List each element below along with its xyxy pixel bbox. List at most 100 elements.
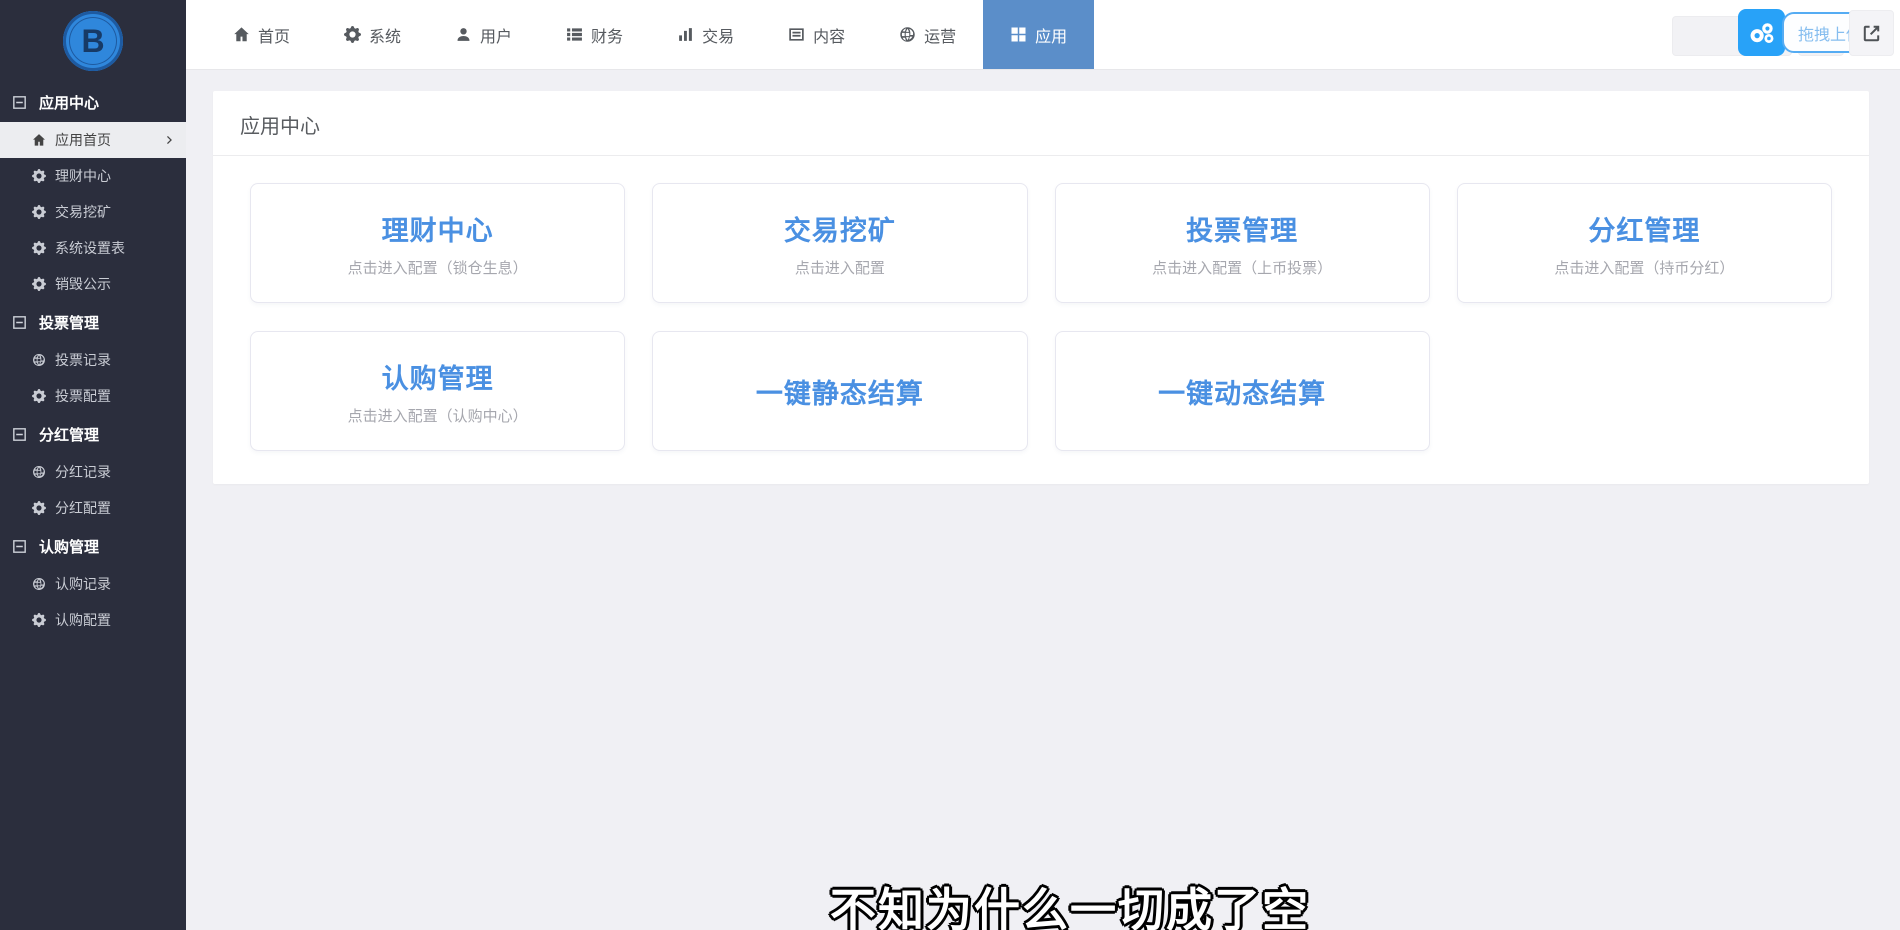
sidebar-item-system-settings[interactable]: 系统设置表 xyxy=(0,230,186,266)
list-icon xyxy=(566,26,583,43)
app-center-panel: 应用中心 理财中心 点击进入配置（锁仓生息） 交易挖矿 点击进入配置 投票管理 … xyxy=(213,91,1869,484)
sidebar-item-label: 交易挖矿 xyxy=(55,202,111,222)
gear-icon xyxy=(32,389,46,403)
sidebar-item-label: 系统设置表 xyxy=(55,238,125,258)
sidebar-item-label: 应用首页 xyxy=(55,130,111,150)
gear-icon xyxy=(32,169,46,183)
card-subtitle: 点击进入配置（持币分红） xyxy=(1554,257,1734,278)
tab-operations[interactable]: 运营 xyxy=(872,0,983,69)
card-vote-management[interactable]: 投票管理 点击进入配置（上币投票） xyxy=(1055,183,1430,303)
app-cards-grid: 理财中心 点击进入配置（锁仓生息） 交易挖矿 点击进入配置 投票管理 点击进入配… xyxy=(213,156,1869,484)
globe-icon xyxy=(32,577,46,591)
panel-title: 应用中心 xyxy=(213,91,1869,156)
sidebar-item-label: 投票配置 xyxy=(55,386,111,406)
tab-label: 交易 xyxy=(702,23,734,47)
sidebar: B 应用中心 应用首页 理财中心 交易挖矿 系统设 xyxy=(0,0,186,930)
chevron-right-icon xyxy=(164,134,176,146)
sidebar-nav: 应用中心 应用首页 理财中心 交易挖矿 系统设置表 销毁公示 xyxy=(0,82,186,638)
cloud-drive-icon[interactable] xyxy=(1738,9,1785,56)
card-title: 一键静态结算 xyxy=(756,372,924,411)
minus-square-icon xyxy=(12,315,27,330)
sidebar-item-app-home[interactable]: 应用首页 xyxy=(0,122,186,158)
bar-chart-icon xyxy=(677,26,694,43)
gear-icon xyxy=(344,26,361,43)
sidebar-group-label: 分红管理 xyxy=(39,424,99,445)
tab-label: 首页 xyxy=(258,23,290,47)
sidebar-item-label: 销毁公示 xyxy=(55,274,111,294)
tab-home[interactable]: 首页 xyxy=(206,0,317,69)
sidebar-group-dividend[interactable]: 分红管理 xyxy=(0,414,186,454)
content-area: 应用中心 理财中心 点击进入配置（锁仓生息） 交易挖矿 点击进入配置 投票管理 … xyxy=(186,70,1900,930)
sidebar-item-label: 投票记录 xyxy=(55,350,111,370)
tab-label: 运营 xyxy=(924,23,956,47)
minus-square-icon xyxy=(12,539,27,554)
sidebar-group-subscription[interactable]: 认购管理 xyxy=(0,526,186,566)
sidebar-item-subscription-records[interactable]: 认购记录 xyxy=(0,566,186,602)
sidebar-group-label: 认购管理 xyxy=(39,536,99,557)
tab-label: 内容 xyxy=(813,23,845,47)
gear-icon xyxy=(32,241,46,255)
gear-icon xyxy=(32,277,46,291)
tab-label: 应用 xyxy=(1035,23,1067,47)
top-bar: 首页 系统 用户 财务 交易 xyxy=(186,0,1900,70)
tab-users[interactable]: 用户 xyxy=(428,0,539,69)
sidebar-item-trade-mining[interactable]: 交易挖矿 xyxy=(0,194,186,230)
admin-app: B 应用中心 应用首页 理财中心 交易挖矿 系统设 xyxy=(0,0,1900,930)
globe-icon xyxy=(899,26,916,43)
video-subtitle-text: 不知为什么一切成了空 xyxy=(830,874,1310,930)
sidebar-item-label: 认购记录 xyxy=(55,574,111,594)
card-title: 交易挖矿 xyxy=(784,209,896,248)
user-icon xyxy=(455,26,472,43)
sidebar-item-label: 分红配置 xyxy=(55,498,111,518)
card-subscription-management[interactable]: 认购管理 点击进入配置（认购中心） xyxy=(250,331,625,451)
pan-circles-icon xyxy=(1747,18,1777,48)
card-finance-center[interactable]: 理财中心 点击进入配置（锁仓生息） xyxy=(250,183,625,303)
gear-icon xyxy=(32,613,46,627)
card-title: 一键动态结算 xyxy=(1158,372,1326,411)
tab-apps[interactable]: 应用 xyxy=(983,0,1094,69)
logout-button[interactable] xyxy=(1849,10,1894,56)
card-title: 分红管理 xyxy=(1588,209,1700,248)
sidebar-group-app-center[interactable]: 应用中心 xyxy=(0,82,186,122)
card-one-key-dynamic-settlement[interactable]: 一键动态结算 xyxy=(1055,331,1430,451)
sidebar-group-vote[interactable]: 投票管理 xyxy=(0,302,186,342)
tab-label: 用户 xyxy=(480,23,512,47)
gear-icon xyxy=(32,205,46,219)
card-title: 理财中心 xyxy=(382,209,494,248)
sidebar-item-dividend-records[interactable]: 分红记录 xyxy=(0,454,186,490)
sidebar-item-subscription-config[interactable]: 认购配置 xyxy=(0,602,186,638)
sidebar-item-label: 理财中心 xyxy=(55,166,111,186)
card-one-key-static-settlement[interactable]: 一键静态结算 xyxy=(652,331,1027,451)
card-trade-mining[interactable]: 交易挖矿 点击进入配置 xyxy=(652,183,1027,303)
minus-square-icon xyxy=(12,427,27,442)
tab-trade[interactable]: 交易 xyxy=(650,0,761,69)
card-subtitle: 点击进入配置 xyxy=(795,257,885,278)
external-link-icon xyxy=(1862,24,1881,43)
home-icon xyxy=(233,26,250,43)
card-title: 认购管理 xyxy=(382,357,494,396)
card-title: 投票管理 xyxy=(1186,209,1298,248)
tab-system[interactable]: 系统 xyxy=(317,0,428,69)
sidebar-item-dividend-config[interactable]: 分红配置 xyxy=(0,490,186,526)
sidebar-group-label: 投票管理 xyxy=(39,312,99,333)
sidebar-group-label: 应用中心 xyxy=(39,92,99,113)
globe-icon xyxy=(32,353,46,367)
card-subtitle: 点击进入配置（上币投票） xyxy=(1152,257,1332,278)
sidebar-item-finance-center[interactable]: 理财中心 xyxy=(0,158,186,194)
card-subtitle: 点击进入配置（锁仓生息） xyxy=(348,257,528,278)
brand-logo[interactable]: B xyxy=(63,11,123,71)
sidebar-item-vote-config[interactable]: 投票配置 xyxy=(0,378,186,414)
tab-label: 财务 xyxy=(591,23,623,47)
main-column: 首页 系统 用户 财务 交易 xyxy=(186,0,1900,930)
top-nav: 首页 系统 用户 财务 交易 xyxy=(186,0,1094,69)
grid-icon xyxy=(1010,26,1027,43)
document-icon xyxy=(788,26,805,43)
globe-icon xyxy=(32,465,46,479)
tab-finance[interactable]: 财务 xyxy=(539,0,650,69)
card-dividend-management[interactable]: 分红管理 点击进入配置（持币分红） xyxy=(1457,183,1832,303)
sidebar-item-vote-records[interactable]: 投票记录 xyxy=(0,342,186,378)
logo-area: B xyxy=(0,0,186,82)
sidebar-item-burn-notice[interactable]: 销毁公示 xyxy=(0,266,186,302)
topbar-actions: 拖拽上传 xyxy=(1672,0,1894,70)
tab-content[interactable]: 内容 xyxy=(761,0,872,69)
